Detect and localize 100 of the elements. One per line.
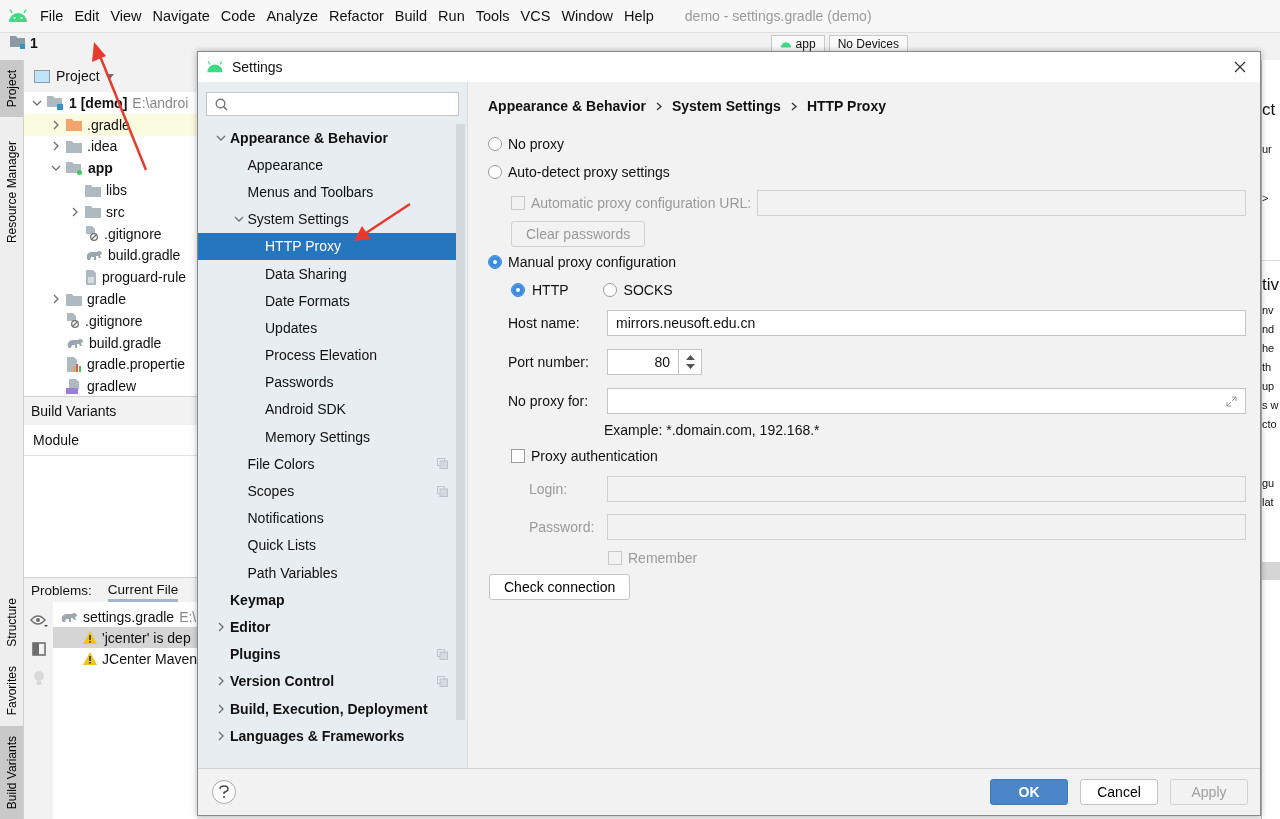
- run-config-dropdown[interactable]: app: [770, 35, 825, 51]
- tool-window-tab[interactable]: Project: [0, 60, 23, 118]
- panel-tab[interactable]: Current File: [107, 578, 179, 602]
- expand-icon[interactable]: [1226, 395, 1237, 407]
- device-dropdown[interactable]: No Devices: [828, 35, 908, 51]
- settings-nav-item[interactable]: Data Sharing: [198, 259, 456, 288]
- menu-item[interactable]: Refactor: [329, 8, 384, 24]
- no-proxy-field[interactable]: [607, 388, 1246, 414]
- breadcrumb-item[interactable]: Appearance & Behavior: [488, 98, 646, 114]
- settings-nav-item[interactable]: Quick Lists: [198, 531, 456, 559]
- settings-nav-item[interactable]: Notifications: [198, 504, 456, 532]
- chevron-right-icon[interactable]: [216, 621, 226, 632]
- tree-item[interactable]: .gitignore: [24, 309, 197, 332]
- tree-item[interactable]: gradlew: [24, 375, 197, 396]
- tree-item[interactable]: build.gradle: [24, 331, 197, 354]
- radio-button[interactable]: [602, 283, 617, 297]
- settings-nav-item[interactable]: System Settings: [198, 205, 456, 233]
- problem-item[interactable]: 'jcenter' is dep: [53, 627, 197, 648]
- editor-text: he: [1262, 341, 1276, 356]
- host-name-field[interactable]: mirrors.neusoft.edu.cn: [607, 310, 1246, 336]
- settings-nav-item[interactable]: Appearance: [198, 151, 456, 179]
- close-icon[interactable]: [1234, 61, 1246, 73]
- url-field[interactable]: [757, 190, 1246, 216]
- menu-item[interactable]: Navigate: [152, 8, 210, 24]
- eye-icon[interactable]: [29, 614, 48, 628]
- chevron-right-icon[interactable]: [70, 206, 80, 217]
- search-field[interactable]: [206, 92, 459, 116]
- chevron-right-icon[interactable]: [51, 141, 61, 152]
- tool-window-tab[interactable]: Build Variants: [0, 725, 23, 819]
- scrollbar[interactable]: [456, 124, 465, 720]
- radio-button[interactable]: [488, 255, 502, 269]
- tree-item[interactable]: .idea: [24, 135, 197, 158]
- radio-button[interactable]: [511, 283, 525, 297]
- dialog-button[interactable]: Cancel: [1080, 779, 1158, 805]
- tree-item[interactable]: src: [24, 201, 197, 223]
- settings-nav-item[interactable]: Editor: [198, 613, 456, 641]
- tree-item[interactable]: build.gradle: [24, 244, 197, 267]
- radio-button[interactable]: [488, 165, 502, 179]
- chevron-right-icon[interactable]: [216, 676, 226, 687]
- settings-nav-item[interactable]: Memory Settings: [198, 423, 456, 451]
- tree-item[interactable]: libs: [24, 179, 197, 201]
- ok-button[interactable]: OK: [990, 779, 1068, 805]
- problem-file-item[interactable]: settings.gradle E:\: [53, 606, 197, 627]
- menu-item[interactable]: Run: [438, 8, 465, 24]
- settings-nav-item[interactable]: Version Control: [198, 667, 456, 695]
- port-field[interactable]: 80: [607, 349, 679, 375]
- settings-nav-item[interactable]: Updates: [198, 314, 456, 342]
- menu-item[interactable]: File: [40, 8, 64, 24]
- settings-nav-item[interactable]: Menus and Toolbars: [198, 178, 456, 206]
- project-folder-icon: [47, 95, 64, 111]
- tree-item[interactable]: .gitignore: [24, 222, 197, 245]
- breadcrumb-item[interactable]: HTTP Proxy: [806, 98, 886, 114]
- settings-nav-item[interactable]: Plugins: [198, 640, 456, 668]
- settings-nav-item[interactable]: Path Variables: [198, 559, 456, 587]
- chevron-right-icon[interactable]: [51, 119, 61, 130]
- settings-nav-item[interactable]: Scopes: [198, 477, 456, 505]
- android-icon: [206, 61, 224, 73]
- login-field[interactable]: [607, 476, 1246, 502]
- checkbox[interactable]: [608, 551, 622, 565]
- menu-item[interactable]: VCS: [520, 8, 551, 24]
- checkbox[interactable]: [511, 196, 525, 210]
- spinner-arrows-icon[interactable]: [679, 349, 702, 375]
- settings-nav-item[interactable]: Android SDK: [198, 395, 456, 424]
- menu-item[interactable]: Code: [220, 8, 256, 24]
- chevron-right-icon[interactable]: [216, 730, 226, 741]
- problem-item[interactable]: JCenter Maven: [53, 648, 197, 669]
- settings-nav-item[interactable]: Passwords: [198, 368, 456, 396]
- tool-window-tab[interactable]: Favorites: [0, 656, 23, 726]
- tool-window-tab[interactable]: Resource Manager: [0, 131, 23, 254]
- chevron-right-icon[interactable]: [51, 294, 61, 305]
- menu-item[interactable]: Edit: [74, 8, 100, 24]
- help-icon[interactable]: [218, 785, 230, 799]
- tree-item[interactable]: proguard-rule: [24, 266, 197, 289]
- radio-button[interactable]: [488, 137, 502, 151]
- settings-nav-item[interactable]: File Colors: [198, 450, 456, 478]
- password-field[interactable]: [607, 514, 1246, 540]
- check-connection-button[interactable]: Check connection: [489, 574, 631, 600]
- chevron-right-icon[interactable]: [216, 703, 226, 714]
- tree-item[interactable]: gradle.propertie: [24, 353, 197, 376]
- panel-title[interactable]: Project: [56, 68, 100, 84]
- menu-item[interactable]: View: [110, 8, 142, 24]
- tool-window-tab[interactable]: Structure: [0, 587, 23, 657]
- checkbox[interactable]: [511, 449, 525, 463]
- preview-panel-icon[interactable]: [31, 642, 46, 656]
- breadcrumb-item[interactable]: System Settings: [671, 98, 781, 114]
- menu-item[interactable]: Build: [394, 8, 428, 24]
- menu-item[interactable]: Tools: [475, 8, 510, 24]
- tree-item[interactable]: gradle: [24, 288, 197, 310]
- menu-item[interactable]: Analyze: [266, 8, 319, 24]
- settings-nav-item[interactable]: Appearance & Behavior: [198, 124, 456, 152]
- help-button[interactable]: [212, 780, 236, 804]
- settings-nav-item[interactable]: HTTP Proxy: [198, 232, 456, 260]
- menu-item[interactable]: Window: [561, 8, 613, 24]
- settings-nav-item[interactable]: Languages & Frameworks: [198, 722, 456, 750]
- menu-item[interactable]: Help: [624, 8, 654, 24]
- tree-item[interactable]: app: [24, 157, 197, 180]
- settings-nav-item[interactable]: Process Elevation: [198, 341, 456, 369]
- settings-nav-item[interactable]: Build, Execution, Deployment: [198, 694, 456, 723]
- settings-nav-item[interactable]: Date Formats: [198, 287, 456, 315]
- settings-nav-item[interactable]: Keymap: [198, 586, 456, 614]
